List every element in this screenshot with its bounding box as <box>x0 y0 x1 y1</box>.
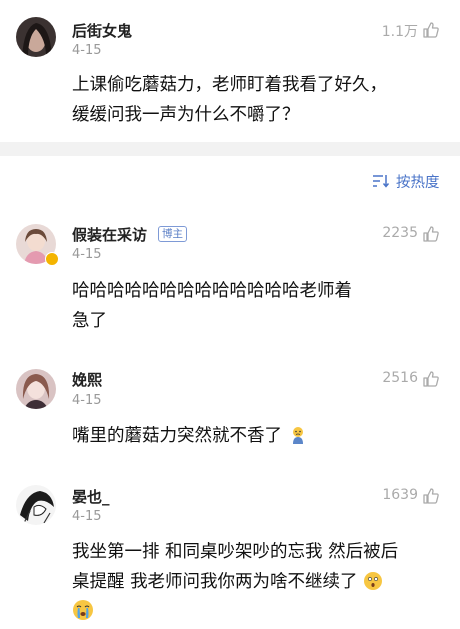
author-name[interactable]: 娩熙 <box>72 369 102 390</box>
like-count: 2516 <box>382 370 418 386</box>
author-name[interactable]: 晏也_ <box>72 486 110 507</box>
thumbs-up-icon[interactable] <box>422 487 440 505</box>
comment-date: 4-15 <box>72 509 102 524</box>
original-post: 后街女鬼 4-15 1.1万 上课偷吃蘑菇力，老师盯着我看了好久， 缓缓问我一声… <box>0 0 460 142</box>
thumbs-up-icon[interactable] <box>422 225 440 243</box>
author-name[interactable]: 假装在采访 <box>72 224 147 245</box>
crying-face-emoji <box>73 600 93 620</box>
thumbs-up-icon[interactable] <box>422 370 440 388</box>
thumbs-up-icon[interactable] <box>422 21 440 39</box>
section-divider <box>0 142 460 156</box>
comment-text: 嘴里的蘑菇力突然就不香了 <box>72 421 438 451</box>
avatar[interactable] <box>16 485 56 525</box>
sort-by-hot-button[interactable]: 按热度 <box>372 170 440 192</box>
avatar[interactable] <box>16 369 56 409</box>
like-count: 1.1万 <box>381 24 418 40</box>
comment-text: 哈哈哈哈哈哈哈哈哈哈哈哈哈老师着 急了 <box>72 281 352 331</box>
sad-face-emoji <box>292 427 303 444</box>
like-count: 2235 <box>382 225 418 241</box>
post-date: 4-15 <box>72 43 102 58</box>
sort-icon <box>373 175 390 188</box>
avatar[interactable] <box>16 17 56 57</box>
comment-date: 4-15 <box>72 393 102 408</box>
sort-label: 按热度 <box>396 174 440 191</box>
comment-date: 4-15 <box>72 247 102 262</box>
like-count: 1639 <box>382 487 418 503</box>
author-name[interactable]: 后街女鬼 <box>72 20 132 41</box>
author-badge: 博主 <box>158 226 187 242</box>
post-text: 上课偷吃蘑菇力，老师盯着我看了好久， 缓缓问我一声为什么不嚼了？ <box>72 75 387 125</box>
verified-badge-icon <box>45 252 59 266</box>
surprised-face-emoji <box>364 572 383 590</box>
comment-text: 我坐第一排 和同桌吵架吵的忘我 然后被后 桌提醒 我老师问我你两为啥不继续了 <box>72 537 438 627</box>
